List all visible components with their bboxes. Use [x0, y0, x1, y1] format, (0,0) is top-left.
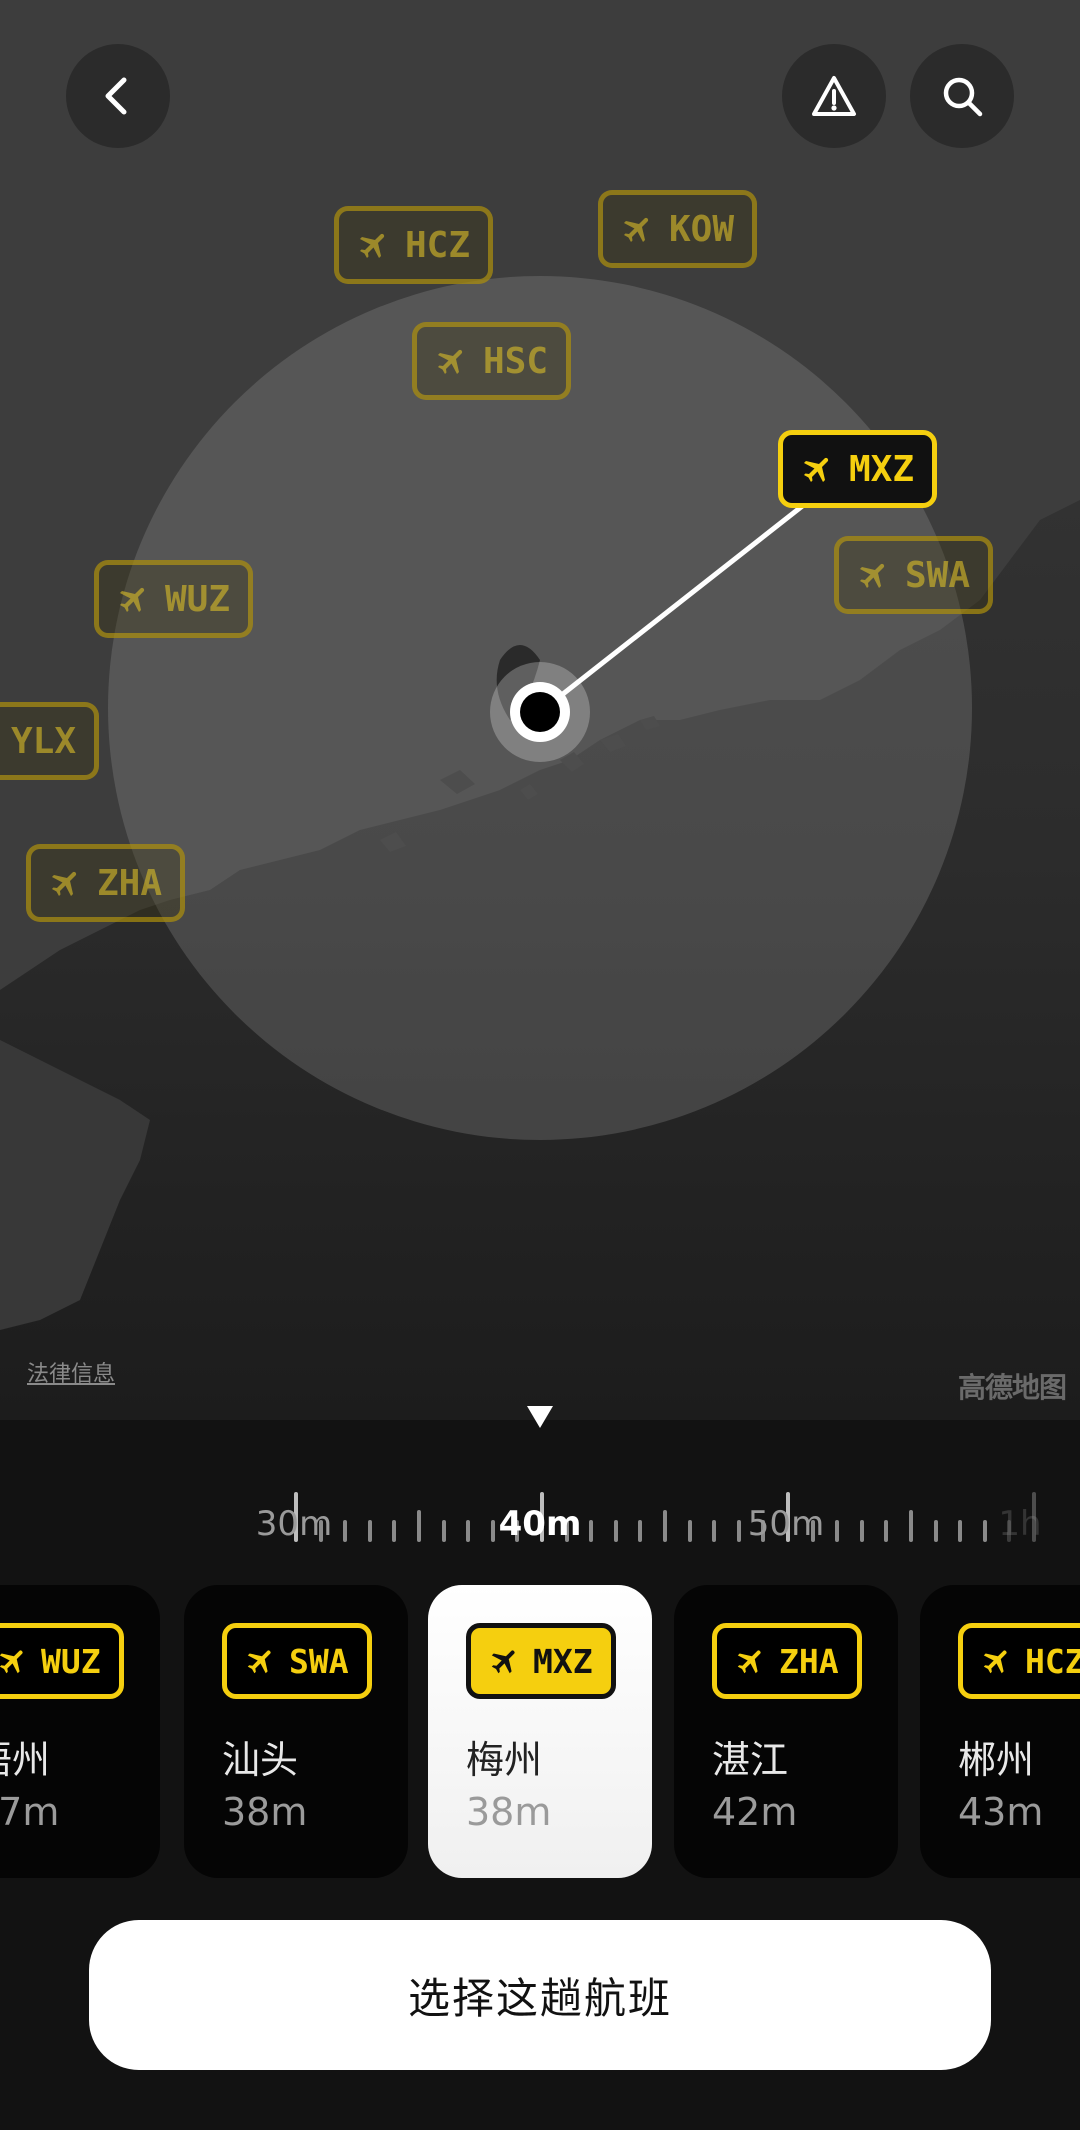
flight-card-wuz[interactable]: WUZ 梧州 37m [0, 1585, 160, 1878]
airport-code: WUZ [165, 578, 231, 620]
flight-code: WUZ [41, 1641, 101, 1681]
flight-code: ZHA [779, 1641, 839, 1681]
plane-icon [983, 1650, 1007, 1674]
airport-code: MXZ [849, 448, 915, 490]
timeline-tick [933, 1520, 938, 1542]
flight-card-mxz[interactable]: MXZ 梅州 38m [428, 1585, 652, 1878]
legal-info-link[interactable]: 法律信息 [27, 1356, 115, 1388]
airport-marker-kow[interactable]: KOW [598, 190, 758, 268]
flight-duration: 38m [466, 1790, 552, 1834]
airport-code: HCZ [405, 224, 471, 266]
flight-card-hcz[interactable]: HCZ 郴州 43m [920, 1585, 1080, 1878]
airport-code: YLX [11, 720, 77, 762]
airport-code: ZHA [97, 862, 163, 904]
airport-code: SWA [905, 554, 971, 596]
plane-icon [359, 233, 385, 259]
plane-icon [0, 1650, 23, 1674]
select-flight-button[interactable]: 选择这趟航班 [89, 1920, 991, 2070]
airport-marker-hsc[interactable]: HSC [412, 322, 572, 400]
timeline-tick [736, 1520, 741, 1542]
timeline-tick [982, 1520, 987, 1542]
airport-marker-mxz[interactable]: MXZ [778, 430, 938, 508]
timeline-tick [589, 1520, 594, 1542]
timeline-tick [884, 1520, 889, 1542]
destination-city: 梧州 [0, 1738, 51, 1782]
plane-icon [491, 1650, 515, 1674]
search-button[interactable] [910, 44, 1014, 148]
airport-code: HSC [483, 340, 549, 382]
plane-icon [859, 563, 885, 589]
alert-button[interactable] [782, 44, 886, 148]
destination-city: 梅州 [466, 1738, 543, 1782]
plane-icon [51, 871, 77, 897]
timeline-tick [392, 1520, 397, 1542]
timeline-tick [638, 1520, 643, 1542]
timeline-tick [859, 1520, 864, 1542]
timeline-tick [909, 1510, 913, 1542]
airport-marker-wuz[interactable]: WUZ [94, 560, 254, 638]
flight-duration: 43m [958, 1790, 1044, 1834]
timeline-tick [712, 1520, 717, 1542]
plane-icon [247, 1650, 271, 1674]
timeline-tick [663, 1510, 667, 1542]
flight-card-zha[interactable]: ZHA 湛江 42m [674, 1585, 898, 1878]
plane-icon [803, 457, 829, 483]
back-button[interactable] [66, 44, 170, 148]
timeline-label: 40m [498, 1504, 582, 1544]
timeline-tick [367, 1520, 372, 1542]
flight-code-chip: SWA [222, 1623, 372, 1699]
airport-marker-hcz[interactable]: HCZ [334, 206, 494, 284]
destination-city: 湛江 [712, 1738, 789, 1782]
timeline-tick [466, 1520, 471, 1542]
timeline-label: 1h [998, 1504, 1042, 1544]
plane-icon [623, 217, 649, 243]
timeline-tick [613, 1520, 618, 1542]
flight-duration: 42m [712, 1790, 798, 1834]
flight-code: MXZ [533, 1641, 593, 1681]
flight-duration: 37m [0, 1790, 60, 1834]
timeline-tick [490, 1520, 495, 1542]
flight-duration: 38m [222, 1790, 308, 1834]
timeline-label: 30m [255, 1504, 333, 1544]
chevron-left-icon [105, 77, 127, 115]
timeline-tick [417, 1510, 421, 1542]
map-coastline [0, 0, 1080, 1330]
warning-icon [812, 76, 856, 116]
timeline-tick [958, 1520, 963, 1542]
destination-city: 郴州 [958, 1738, 1035, 1782]
flight-code-chip: MXZ [466, 1623, 616, 1699]
timeline-pointer [527, 1406, 553, 1428]
destination-city: 汕头 [222, 1738, 299, 1782]
plane-icon [437, 349, 463, 375]
airport-marker-zha[interactable]: ZHA [26, 844, 186, 922]
flight-code: HCZ [1025, 1641, 1080, 1681]
flight-code: SWA [289, 1641, 349, 1681]
flight-card-list[interactable]: WUZ 梧州 37m SWA 汕头 38m MXZ 梅州 38m ZHA 湛江 … [0, 1585, 1080, 1880]
duration-timeline[interactable]: 30m 40m 50m 1h [0, 1400, 1080, 1550]
airport-marker-ylx[interactable]: YLX [0, 702, 100, 780]
timeline-tick [687, 1520, 692, 1542]
airport-code: KOW [669, 208, 735, 250]
timeline-tick [835, 1520, 840, 1542]
airport-marker-swa[interactable]: SWA [834, 536, 994, 614]
flight-card-swa[interactable]: SWA 汕头 38m [184, 1585, 408, 1878]
timeline-label: 50m [747, 1504, 825, 1544]
flight-code-chip: ZHA [712, 1623, 862, 1699]
plane-icon [119, 587, 145, 613]
map-view[interactable]: HCZ KOW HSC MXZ SWA WUZ YLX ZHA 法律信息 高德地图 [0, 0, 1080, 1420]
flight-code-chip: WUZ [0, 1623, 124, 1699]
plane-icon [737, 1650, 761, 1674]
timeline-tick [343, 1520, 348, 1542]
search-icon [943, 77, 983, 117]
timeline-tick [441, 1520, 446, 1542]
flight-code-chip: HCZ [958, 1623, 1080, 1699]
